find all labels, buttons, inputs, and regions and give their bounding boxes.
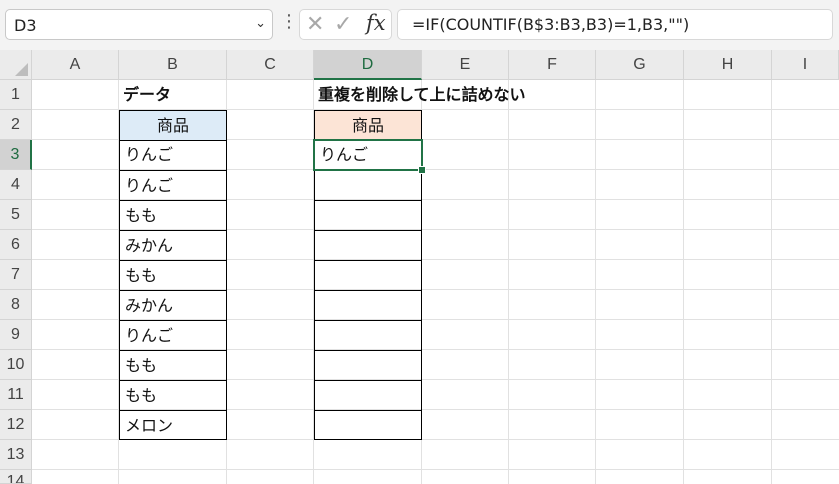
column-header-d[interactable]: D [314,50,422,80]
row-header-10[interactable]: 10 [0,350,32,380]
cell-b3[interactable]: りんご [119,140,227,171]
gridline [771,80,772,484]
cell-b10[interactable]: もも [119,350,227,381]
insert-function-icon[interactable]: fx [366,11,386,35]
spreadsheet-grid: A B C D E F G H I 1 2 3 4 5 6 7 8 9 10 1… [0,50,839,484]
select-all-icon[interactable] [15,63,28,76]
formula-controls: ✕ ✓ fx [299,9,392,40]
row-header-8[interactable]: 8 [0,290,32,320]
cell-b2[interactable]: 商品 [119,110,227,141]
cell-b8[interactable]: みかん [119,290,227,321]
cell-b5[interactable]: もも [119,200,227,231]
cell-b11[interactable]: もも [119,380,227,411]
cell-b7[interactable]: もも [119,260,227,291]
cell-d9[interactable] [314,320,422,351]
row-header-3[interactable]: 3 [0,140,32,170]
gridline [595,80,596,484]
chevron-down-icon[interactable]: ⌄ [255,16,266,31]
row-header-9[interactable]: 9 [0,320,32,350]
cell-b12[interactable]: メロン [119,410,227,440]
cell-b6[interactable]: みかん [119,230,227,261]
gridline [683,80,684,484]
cancel-icon[interactable]: ✕ [306,12,324,37]
column-header-b[interactable]: B [119,50,227,80]
gridline [32,469,839,470]
row-header-12[interactable]: 12 [0,410,32,440]
name-box[interactable]: D3 ⌄ [5,9,273,40]
row-header-2[interactable]: 2 [0,110,32,140]
row-header-11[interactable]: 11 [0,380,32,410]
row-header-6[interactable]: 6 [0,230,32,260]
cell-b4[interactable]: りんご [119,170,227,201]
column-header-h[interactable]: H [684,50,772,80]
column-header-a[interactable]: A [32,50,119,80]
fill-handle[interactable] [418,166,426,174]
more-options-icon[interactable]: ⋮ [280,12,298,32]
cell-d4[interactable] [314,170,422,201]
cell-d6[interactable] [314,230,422,261]
cell-d2[interactable]: 商品 [314,110,422,141]
active-cell-selection[interactable] [313,139,423,171]
name-box-value[interactable]: D3 [14,16,37,35]
cell-d1[interactable]: 重複を削除して上に詰めない [314,80,574,110]
cell-d10[interactable] [314,350,422,381]
row-header-7[interactable]: 7 [0,260,32,290]
column-header-c[interactable]: C [227,50,314,80]
select-all-corner[interactable] [0,50,32,80]
cell-d12[interactable] [314,410,422,440]
column-header-g[interactable]: G [596,50,684,80]
gridline [508,80,509,484]
row-header-14[interactable]: 14 [0,470,32,484]
row-header-1[interactable]: 1 [0,80,32,110]
formula-bar: D3 ⌄ ⋮ ✕ ✓ fx =IF(COUNTIF(B$3:B3,B3)=1,B… [0,0,839,50]
cell-b9[interactable]: りんご [119,320,227,351]
column-header-e[interactable]: E [422,50,509,80]
cell-d8[interactable] [314,290,422,321]
column-header-i[interactable]: I [772,50,839,80]
formula-text[interactable]: =IF(COUNTIF(B$3:B3,B3)=1,B3,"") [412,15,689,34]
formula-input[interactable]: =IF(COUNTIF(B$3:B3,B3)=1,B3,"") [397,9,833,40]
enter-check-icon[interactable]: ✓ [334,12,352,37]
cell-d5[interactable] [314,200,422,231]
cell-b1[interactable]: データ [119,80,227,110]
row-header-4[interactable]: 4 [0,170,32,200]
row-header-13[interactable]: 13 [0,440,32,470]
cell-d7[interactable] [314,260,422,291]
column-header-f[interactable]: F [509,50,596,80]
cell-d11[interactable] [314,380,422,411]
row-header-5[interactable]: 5 [0,200,32,230]
